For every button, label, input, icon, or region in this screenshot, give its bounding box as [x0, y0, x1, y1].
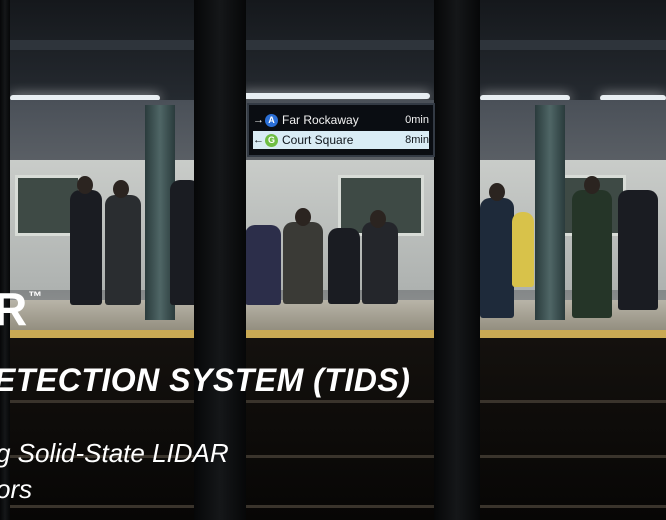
- standing-person: [70, 190, 102, 305]
- person-head: [113, 180, 129, 198]
- brand-text: R: [0, 283, 29, 335]
- station-ceiling: [0, 0, 666, 100]
- seated-person: [283, 222, 323, 304]
- subtitle-line-2: ors: [0, 474, 33, 504]
- standing-person: [512, 212, 534, 287]
- destination: Court Square: [282, 133, 354, 147]
- ceiling-beam: [0, 40, 666, 50]
- rail: [0, 400, 666, 403]
- platform-column: [535, 105, 565, 320]
- person-head: [489, 183, 505, 201]
- subtitle-line-1: g Solid-State LIDAR: [0, 438, 229, 468]
- person-head: [77, 176, 93, 194]
- standing-person: [480, 198, 514, 318]
- person-head: [295, 208, 311, 226]
- minutes: 0min: [405, 114, 429, 126]
- rail: [0, 505, 666, 508]
- standing-person: [105, 195, 141, 305]
- person-head: [584, 176, 600, 194]
- destination: Far Rockaway: [282, 113, 359, 127]
- ceiling-light: [240, 93, 430, 99]
- platform-edge-strip: [0, 330, 666, 338]
- minutes: 8min: [405, 134, 429, 146]
- line-badge: G: [265, 133, 278, 147]
- subway-platform-photo: → A Far Rockaway 0min ← G Court Square 8…: [0, 0, 666, 520]
- line-badge: A: [265, 113, 278, 127]
- brand-wordmark: R™: [0, 282, 43, 336]
- direction-arrow-icon: →: [253, 114, 264, 126]
- seated-person: [328, 228, 360, 304]
- trademark-symbol: ™: [28, 288, 44, 304]
- steel-pillar: [434, 0, 480, 520]
- standing-person: [618, 190, 658, 310]
- person-head: [370, 210, 386, 228]
- arrival-row: ← G Court Square 8min: [253, 131, 429, 149]
- standing-person: [572, 190, 612, 318]
- arrival-sign: → A Far Rockaway 0min ← G Court Square 8…: [247, 103, 435, 157]
- seated-person: [362, 222, 398, 304]
- seated-person: [245, 225, 281, 305]
- arrival-row: → A Far Rockaway 0min: [253, 111, 429, 129]
- headline: ETECTION SYSTEM (TIDS): [0, 362, 411, 398]
- direction-arrow-icon: ←: [253, 134, 264, 146]
